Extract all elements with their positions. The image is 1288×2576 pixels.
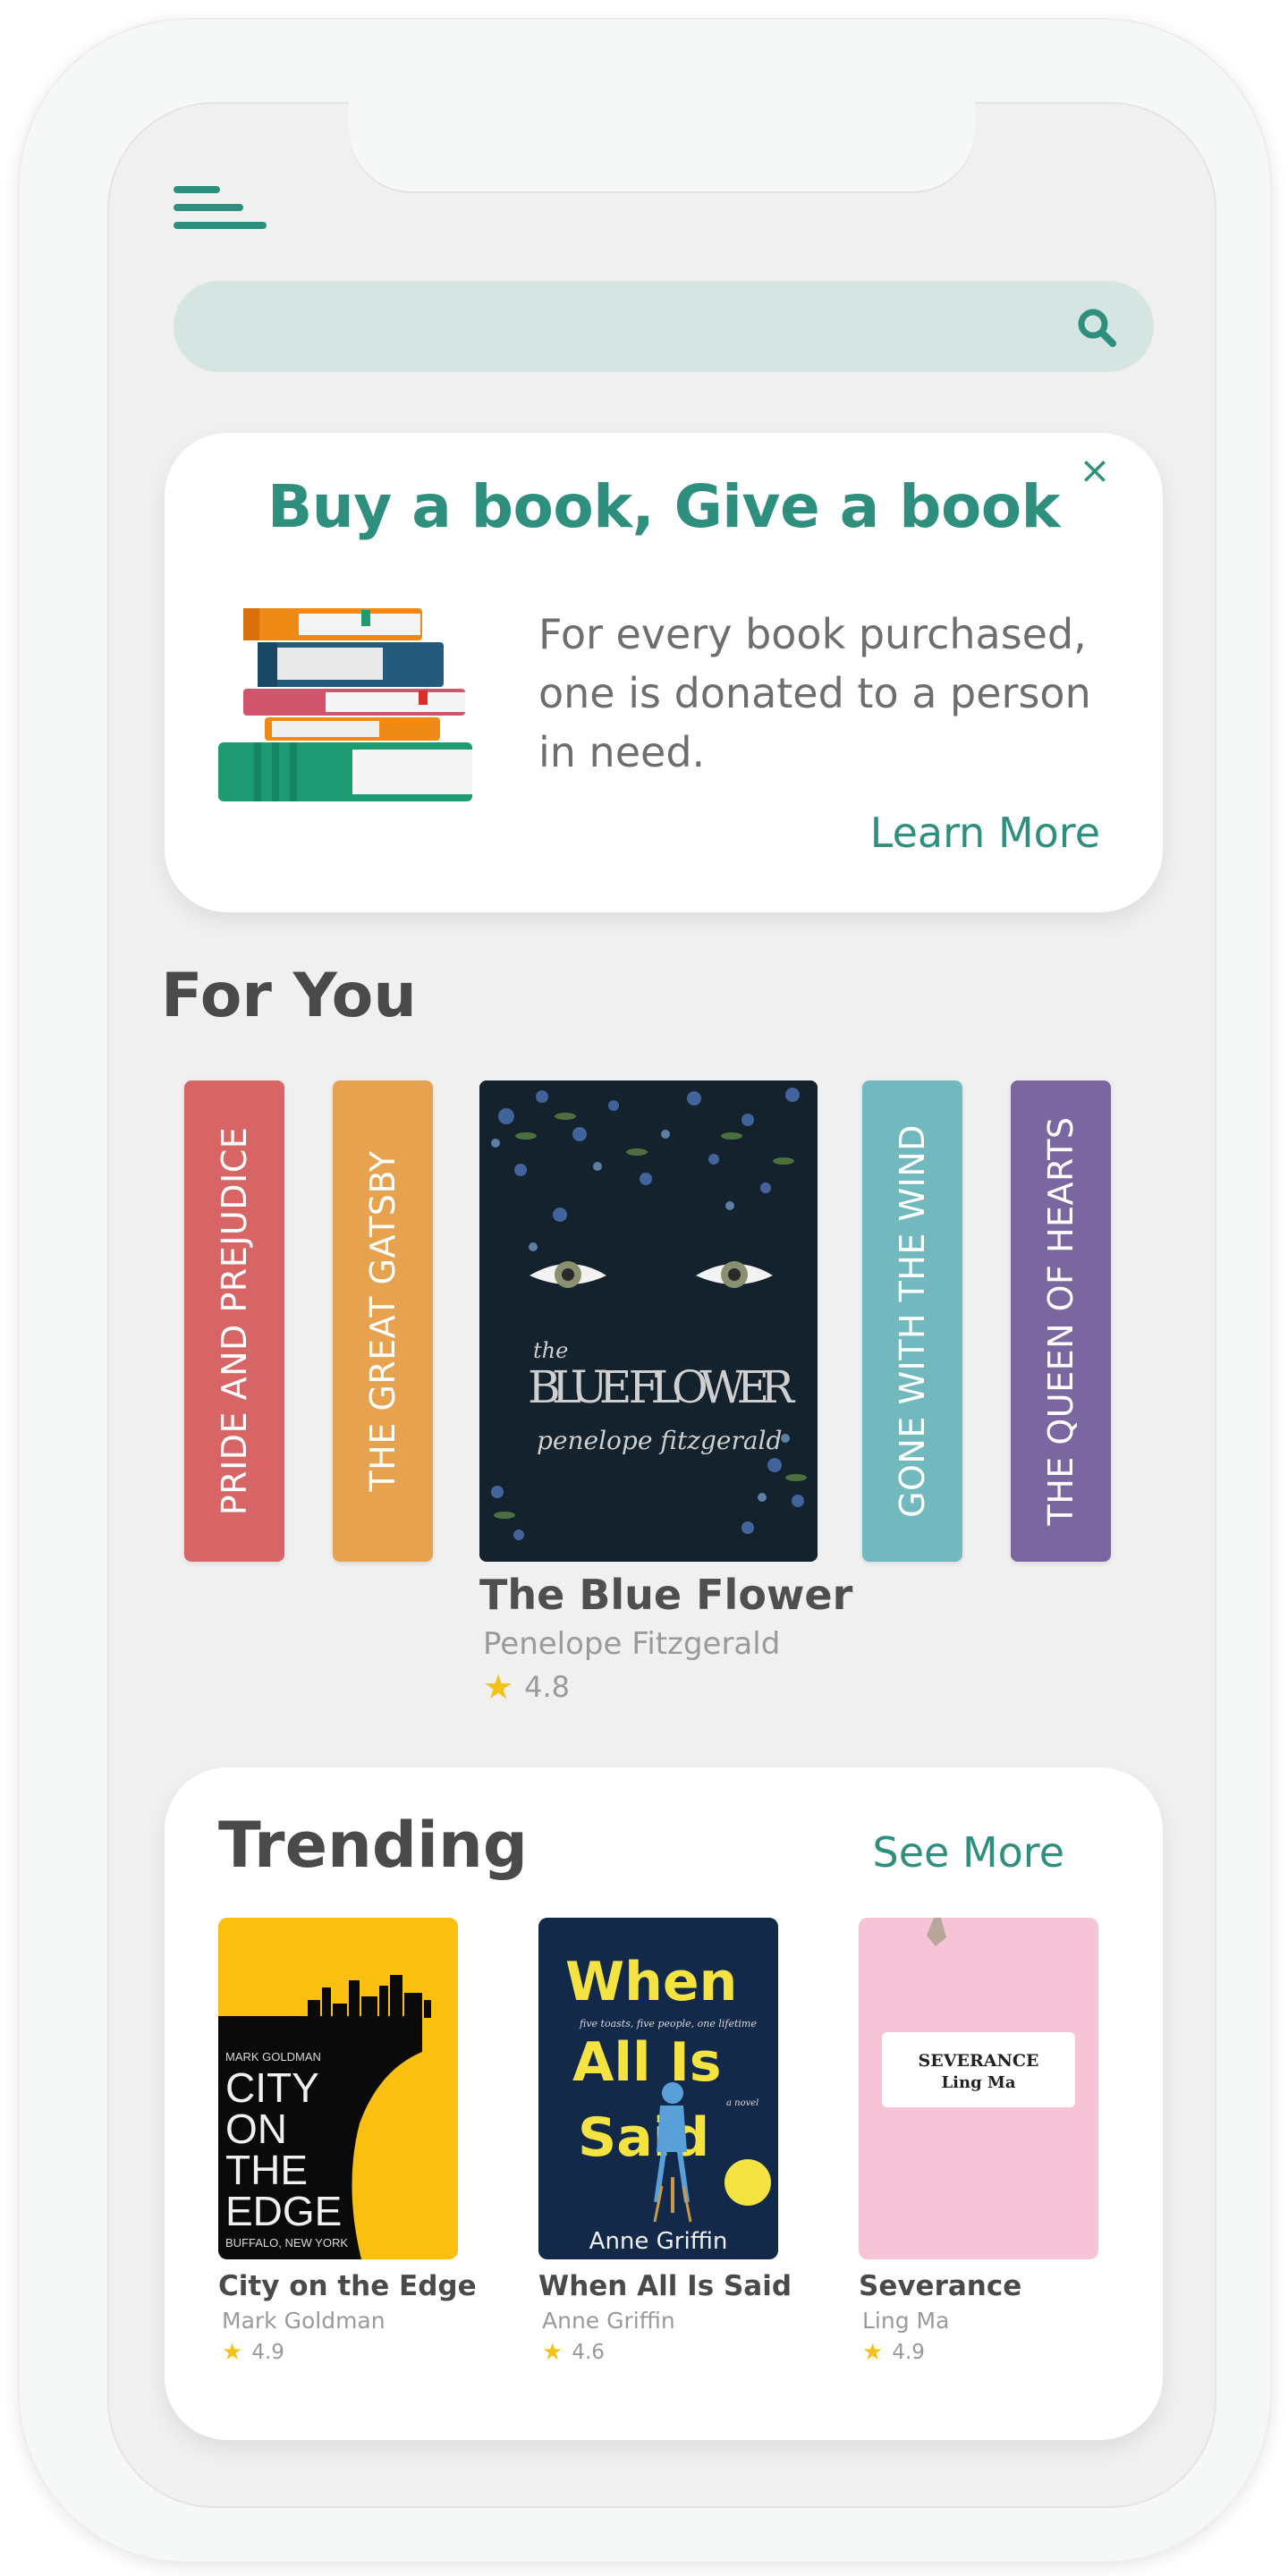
promo-body: For every book purchased, one is donated… — [538, 610, 1091, 776]
featured-book-title[interactable]: The Blue Flower — [479, 1571, 852, 1619]
trending-book-rating: ★ 4.6 — [542, 2339, 778, 2366]
blue-flower-cover-art: the BLUE FLOWER penelope fitzgerald — [479, 1080, 818, 1562]
phone-frame: × Buy a book, Give a book For every book… — [18, 18, 1272, 2563]
rating-value: 4.9 — [892, 2341, 925, 2364]
see-more-link[interactable]: See More — [873, 1828, 1064, 1877]
book-spine-label: THE GREAT GATSBY — [363, 1150, 402, 1492]
featured-book-cover[interactable]: the BLUE FLOWER penelope fitzgerald — [479, 1080, 818, 1562]
book-spine-label: PRIDE AND PREJUDICE — [215, 1126, 254, 1516]
cover-title-text: BLUE FLOWER — [528, 1361, 795, 1413]
cover-line-2: ON — [225, 2106, 287, 2152]
trending-book-title[interactable]: City on the Edge — [218, 2270, 477, 2302]
promo-card: × Buy a book, Give a book For every book… — [165, 433, 1163, 912]
cover-line-4: EDGE — [225, 2188, 342, 2234]
cover-title-text: SEVERANCE — [919, 2051, 1039, 2071]
book-spine-the-queen-of-hearts[interactable]: THE QUEEN OF HEARTS — [1011, 1080, 1111, 1562]
search-icon[interactable] — [1077, 308, 1116, 347]
trending-heading: Trending — [218, 1809, 528, 1882]
trending-book-author: Anne Griffin — [542, 2308, 675, 2334]
city-on-the-edge-cover-art: MARK GOLDMAN CITY ON THE EDGE BUFFALO, N… — [218, 1918, 458, 2259]
cover-subtitle: BUFFALO, NEW YORK — [225, 2236, 348, 2250]
trending-book-rating: ★ 4.9 — [862, 2339, 1098, 2366]
trending-book-cover[interactable]: When five toasts, five people, one lifet… — [538, 1918, 778, 2259]
cover-small-text: the — [533, 1338, 568, 1363]
cover-novel: a novel — [726, 2098, 758, 2108]
book-spine-gone-with-the-wind[interactable]: GONE WITH THE WIND — [862, 1080, 962, 1562]
trending-book-title[interactable]: Severance — [859, 2270, 1098, 2302]
cover-line-3: THE — [225, 2147, 308, 2193]
rating-value: 4.8 — [524, 1670, 570, 1704]
cover-author-text: Anne Griffin — [589, 2228, 728, 2255]
search-input[interactable] — [174, 281, 1154, 372]
book-spine-label: THE QUEEN OF HEARTS — [1041, 1116, 1080, 1526]
star-icon: ★ — [222, 2339, 243, 2366]
trending-book-author: Mark Goldman — [222, 2308, 386, 2334]
rating-value: 4.9 — [251, 2341, 284, 2364]
trending-book-rating: ★ 4.9 — [222, 2339, 458, 2366]
trending-book-author: Ling Ma — [862, 2308, 950, 2334]
book-spine-pride-and-prejudice[interactable]: PRIDE AND PREJUDICE — [184, 1080, 284, 1562]
trending-book-item: SEVERANCE Ling Ma Severance Ling Ma ★ 4.… — [859, 1918, 1098, 2366]
trending-book-item: MARK GOLDMAN CITY ON THE EDGE BUFFALO, N… — [218, 1918, 477, 2366]
severance-cover-art: SEVERANCE Ling Ma — [859, 1918, 1098, 2259]
phone-notch — [349, 102, 975, 191]
book-spine-the-great-gatsby[interactable]: THE GREAT GATSBY — [333, 1080, 433, 1562]
hamburger-menu-icon[interactable] — [174, 186, 267, 236]
cover-line-3: Said — [578, 2106, 709, 2169]
promo-title: Buy a book, Give a book — [267, 472, 1061, 541]
rating-value: 4.6 — [572, 2341, 605, 2364]
search-bar — [174, 281, 1154, 372]
trending-book-title[interactable]: When All Is Said — [538, 2270, 792, 2302]
cover-author-text: penelope fitzgerald — [537, 1426, 782, 1455]
when-all-is-said-cover-art: When five toasts, five people, one lifet… — [538, 1918, 778, 2259]
featured-book-rating: ★ 4.8 — [483, 1667, 570, 1707]
cover-author-text: MARK GOLDMAN — [225, 2050, 321, 2063]
star-icon: ★ — [542, 2339, 564, 2366]
trending-book-cover[interactable]: SEVERANCE Ling Ma — [859, 1918, 1098, 2259]
featured-book-author: Penelope Fitzgerald — [483, 1626, 781, 1662]
star-icon: ★ — [483, 1667, 514, 1707]
star-icon: ★ — [862, 2339, 884, 2366]
cover-line-1: When — [565, 1951, 737, 2013]
trending-card: Trending See More MARK GOLDMAN CITY ON T… — [165, 1767, 1163, 2440]
trending-book-item: When five toasts, five people, one lifet… — [538, 1918, 792, 2366]
learn-more-link[interactable]: Learn More — [870, 809, 1100, 857]
cover-tagline: five toasts, five people, one lifetime — [579, 2018, 757, 2029]
for-you-heading: For You — [161, 961, 417, 1031]
cover-author-text: Ling Ma — [941, 2073, 1015, 2092]
cover-line-2: All Is — [572, 2031, 722, 2094]
trending-book-cover[interactable]: MARK GOLDMAN CITY ON THE EDGE BUFFALO, N… — [218, 1918, 458, 2259]
cover-line-1: CITY — [225, 2064, 319, 2111]
app-screen: × Buy a book, Give a book For every book… — [107, 102, 1216, 2508]
book-stack-illustration — [218, 608, 472, 801]
book-spine-label: GONE WITH THE WIND — [893, 1124, 932, 1518]
